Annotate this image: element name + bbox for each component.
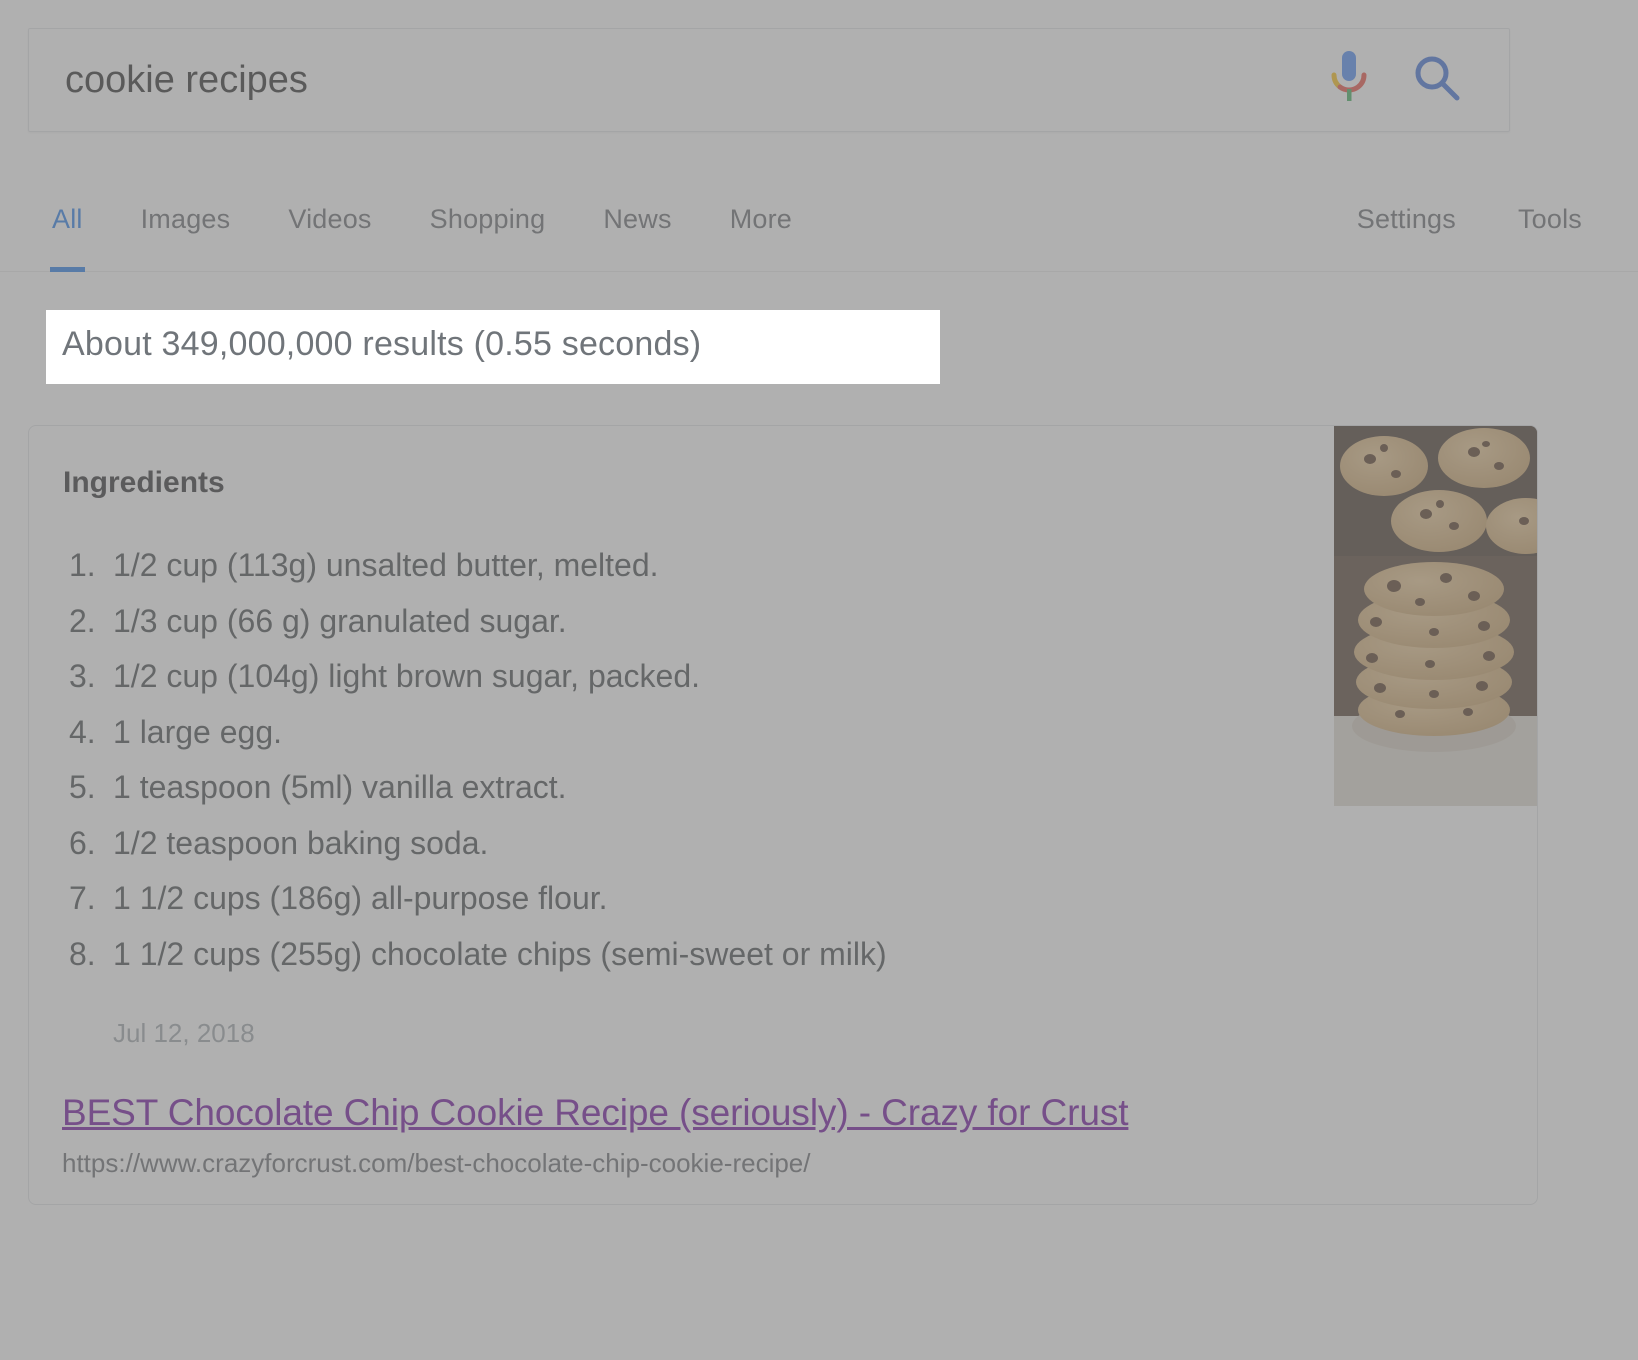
- list-item-number: 2.: [69, 594, 113, 650]
- list-item: 1.1/2 cup (113g) unsalted butter, melted…: [69, 538, 1289, 594]
- nav-tabs-left: All Images Videos Shopping News More: [52, 178, 850, 272]
- tab-more[interactable]: More: [730, 178, 792, 272]
- list-item: 5.1 teaspoon (5ml) vanilla extract.: [69, 760, 1289, 816]
- list-item-number: 7.: [69, 871, 113, 927]
- list-item-text: 1 1/2 cups (255g) chocolate chips (semi-…: [113, 927, 887, 983]
- tab-shopping[interactable]: Shopping: [430, 178, 546, 272]
- page-content: All Images Videos Shopping News More Set…: [0, 0, 1638, 1360]
- result-stats-highlight: About 349,000,000 results (0.55 seconds): [46, 310, 940, 384]
- list-item-text: 1/2 cup (113g) unsalted butter, melted.: [113, 538, 659, 594]
- list-item-number: 3.: [69, 649, 113, 705]
- tools-button[interactable]: Tools: [1518, 178, 1582, 272]
- list-item-text: 1/2 cup (104g) light brown sugar, packed…: [113, 649, 700, 705]
- result-url: https://www.crazyforcrust.com/best-choco…: [62, 1148, 811, 1179]
- list-item-text: 1 teaspoon (5ml) vanilla extract.: [113, 760, 567, 816]
- list-item-number: 6.: [69, 816, 113, 872]
- tab-videos-label: Videos: [288, 204, 371, 234]
- list-item-number: 4.: [69, 705, 113, 761]
- tab-news[interactable]: News: [603, 178, 671, 272]
- tab-news-label: News: [603, 204, 671, 234]
- tab-images[interactable]: Images: [141, 178, 231, 272]
- list-item: 7.1 1/2 cups (186g) all-purpose flour.: [69, 871, 1289, 927]
- list-item-number: 1.: [69, 538, 113, 594]
- search-icon: [1412, 53, 1462, 108]
- google-search-results-page: All Images Videos Shopping News More Set…: [0, 0, 1638, 1360]
- list-item-text: 1/3 cup (66 g) granulated sugar.: [113, 594, 567, 650]
- list-item: 3.1/2 cup (104g) light brown sugar, pack…: [69, 649, 1289, 705]
- ingredients-list: 1.1/2 cup (113g) unsalted butter, melted…: [69, 538, 1289, 982]
- tools-label: Tools: [1518, 204, 1582, 234]
- list-item: 4.1 large egg.: [69, 705, 1289, 761]
- recipe-thumbnail[interactable]: [1334, 426, 1538, 806]
- list-item-number: 5.: [69, 760, 113, 816]
- list-item-number: 8.: [69, 927, 113, 983]
- search-submit-button[interactable]: [1401, 44, 1473, 116]
- search-bar[interactable]: [28, 28, 1510, 132]
- tab-all[interactable]: All: [52, 178, 83, 272]
- result-title-link[interactable]: BEST Chocolate Chip Cookie Recipe (serio…: [62, 1092, 1128, 1134]
- list-item: 6.1/2 teaspoon baking soda.: [69, 816, 1289, 872]
- list-item-text: 1 large egg.: [113, 705, 282, 761]
- list-item: 2.1/3 cup (66 g) granulated sugar.: [69, 594, 1289, 650]
- list-item: 8.1 1/2 cups (255g) chocolate chips (sem…: [69, 927, 1289, 983]
- tab-more-label: More: [730, 204, 792, 234]
- voice-search-button[interactable]: [1313, 44, 1385, 116]
- tab-all-label: All: [52, 204, 83, 234]
- tab-shopping-label: Shopping: [430, 204, 546, 234]
- tab-images-label: Images: [141, 204, 231, 234]
- settings-label: Settings: [1357, 204, 1456, 234]
- list-item-text: 1/2 teaspoon baking soda.: [113, 816, 488, 872]
- ingredients-heading: Ingredients: [63, 466, 225, 500]
- search-input[interactable]: [29, 59, 1313, 102]
- cookies-photo-icon: [1334, 426, 1538, 806]
- search-nav-tabs: All Images Videos Shopping News More Set…: [0, 178, 1638, 272]
- microphone-icon: [1326, 49, 1372, 112]
- list-item-text: 1 1/2 cups (186g) all-purpose flour.: [113, 871, 608, 927]
- featured-snippet-card[interactable]: Ingredients 1.1/2 cup (113g) unsalted bu…: [28, 425, 1538, 1205]
- result-stats-highlighted-text: About 349,000,000 results (0.55 seconds): [62, 325, 701, 364]
- tab-videos[interactable]: Videos: [288, 178, 371, 272]
- nav-tabs-right: Settings Tools: [1295, 178, 1582, 272]
- snippet-date: Jul 12, 2018: [113, 1018, 255, 1049]
- settings-button[interactable]: Settings: [1357, 178, 1456, 272]
